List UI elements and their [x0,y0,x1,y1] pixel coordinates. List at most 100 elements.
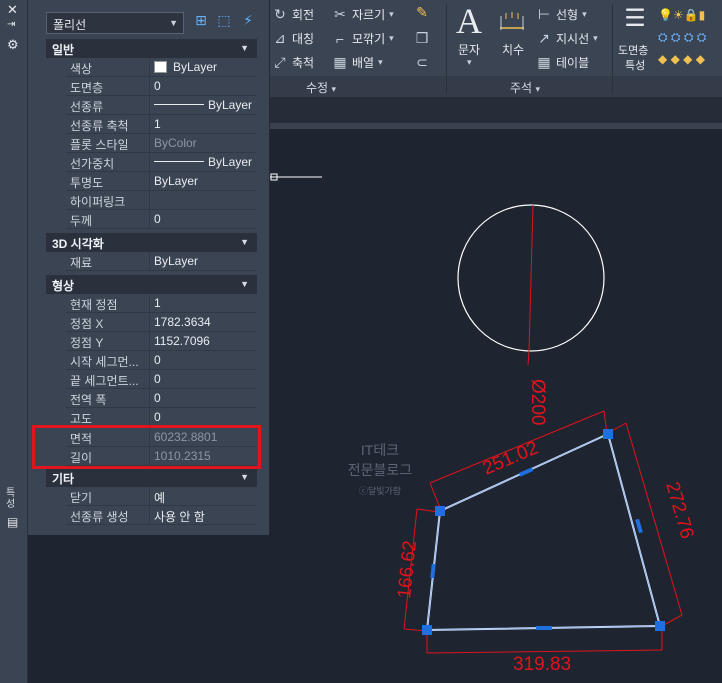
select-objects-icon[interactable]: ⬚ [214,12,234,32]
drawing-svg[interactable]: Ø200 251.02 272.76 166.62 319.83 [270,129,722,683]
property-row[interactable]: 닫기 예 [66,487,257,506]
text-icon[interactable]: A [456,0,482,42]
property-row[interactable]: 현재 정점 1 [66,294,257,313]
property-value[interactable]: ByLayer [151,96,257,114]
drawing-canvas[interactable]: Ø200 251.02 272.76 166.62 319.83 IT테크 전문… [270,129,722,683]
property-value[interactable]: ByLayer [151,172,257,190]
property-value[interactable]: 0 [151,389,257,407]
property-row[interactable]: 재료 ByLayer [66,252,257,271]
properties-icon[interactable]: ▤ [7,515,18,529]
property-row[interactable]: 플롯 스타일 ByColor [66,134,257,153]
explode-button[interactable]: ❒ [414,30,430,47]
mirror-button[interactable]: ⊿ 대칭 [272,30,314,47]
property-row[interactable]: 선종류 축척 1 [66,115,257,134]
diameter-dimension-line[interactable] [528,204,534,352]
scale-label: 축척 [292,56,315,70]
auto-hide-icon[interactable]: ⇥ [7,19,15,30]
property-value[interactable]: 0 [151,77,257,95]
property-value: ByColor [154,136,197,150]
leader-label: 지시선 [556,32,590,46]
property-row[interactable]: 정점 Y 1152.7096 [66,332,257,351]
property-value[interactable]: 사용 안 함 [151,506,257,524]
midpoint-grip[interactable] [518,467,534,477]
fillet-button[interactable]: ⌐ 모깎기 ▾ [332,30,394,47]
property-row[interactable]: 하이퍼링크 [66,191,257,210]
midpoint-grip[interactable] [635,518,643,534]
rotate-button[interactable]: ↻ 회전 [272,6,314,23]
property-row[interactable]: 선종류 ByLayer [66,96,257,115]
erase-button[interactable]: ✎ [414,4,430,21]
chevron-down-icon[interactable]: ▾ [467,57,472,68]
property-row[interactable]: 시작 세그먼... 0 [66,351,257,370]
layer-properties-button-line2[interactable]: 특성 [625,57,645,73]
property-row[interactable]: 색상 ByLayer [66,58,257,77]
property-row[interactable]: 두께 0 [66,210,257,229]
trim-label: 자르기 [352,8,386,22]
property-row[interactable]: 정점 X 1782.3634 [66,313,257,332]
property-value[interactable]: 0 [151,408,257,426]
layer-state-icon[interactable]: ⛭ ⛭ ⛭ ⛭ [658,26,722,48]
vertex-grip[interactable] [435,506,445,516]
property-value[interactable]: ByLayer [151,252,257,270]
linear-dim-button[interactable]: ⊢ 선형 ▾ [536,6,587,23]
property-value[interactable] [151,191,257,209]
modify-panel-title[interactable]: 수정 ▾ [306,79,336,96]
property-value[interactable]: 1152.7096 [151,332,257,350]
text-label: 문자 [458,43,481,57]
property-value[interactable]: ByLayer [151,153,257,171]
scale-button[interactable]: ⤢ 축척 [272,54,314,71]
property-row[interactable]: 투명도 ByLayer [66,172,257,191]
area-length-highlight-box [32,425,261,469]
toggle-pickadd-icon[interactable]: ⊞ [191,12,211,32]
midpoint-grip[interactable] [536,626,552,630]
vertex-grip[interactable] [422,625,432,635]
lightbulb-icon[interactable]: 💡☀🔒▮ [658,4,722,26]
object-type-dropdown[interactable]: 폴리선 ▼ [46,12,184,34]
dimension-icon[interactable] [498,10,526,32]
midpoint-grip[interactable] [430,563,436,579]
vertex-grip[interactable] [655,621,665,631]
property-row[interactable]: 전역 폭0 [66,389,257,408]
offset-button[interactable]: ⊂ [414,54,430,71]
linear-dimension-icon: ⊢ [537,6,551,22]
annotation-title-text: 주석 [510,81,533,95]
property-value[interactable]: 0 [151,370,257,388]
property-label: 도면층 [66,77,150,95]
property-value[interactable]: 0 [151,210,257,228]
quick-select-icon[interactable]: ⚡ [238,12,258,32]
property-value[interactable]: 1 [151,294,257,312]
table-button[interactable]: ▦ 테이블 [536,54,589,71]
layer-properties-button[interactable]: 도면층 [618,42,648,58]
property-row[interactable]: 끝 세그먼트... 0 [66,370,257,389]
annotation-panel-title[interactable]: 주석 ▾ [510,79,540,96]
layer-match-icon[interactable]: ◆ ◆ ◆ ◆ [658,48,722,70]
property-row[interactable]: 선종류 생성 사용 안 함 [66,506,257,525]
chevron-down-icon: ▼ [240,237,249,247]
trim-icon: ✂ [334,6,346,22]
layer-tools-group[interactable]: 💡☀🔒▮ ⛭ ⛭ ⛭ ⛭ ◆ ◆ ◆ ◆ [658,4,722,74]
section-geometry[interactable]: 형상 ▼ [46,275,257,294]
leader-button[interactable]: ↗ 지시선 ▾ [536,30,598,47]
drawing-tabs-strip [270,97,722,123]
text-button[interactable]: 문자 [458,41,480,58]
property-value[interactable]: 0 [151,351,257,369]
property-value[interactable]: ByLayer [151,58,257,76]
section-general[interactable]: 일반 ▼ [46,39,257,58]
diameter-leader [527,350,530,366]
section-3d-visualization[interactable]: 3D 시각화 ▼ [46,233,257,252]
property-value[interactable]: 예 [151,487,257,505]
dimension-button[interactable]: 치수 [502,41,524,58]
property-row[interactable]: 선가중치 ByLayer [66,153,257,172]
property-value[interactable]: 1 [151,115,257,133]
chevron-down-icon: ▼ [240,43,249,53]
gear-icon[interactable]: ⚙ [7,37,19,53]
property-value[interactable]: 1782.3634 [151,313,257,331]
lineweight-value: ByLayer [208,155,253,169]
section-misc[interactable]: 기타 ▼ [46,468,257,487]
property-row[interactable]: 도면층 0 [66,77,257,96]
array-button[interactable]: ▦ 배열 ▾ [332,54,382,71]
trim-button[interactable]: ✂ 자르기 ▾ [332,6,394,23]
layer-properties-icon[interactable]: ☰ [620,4,650,34]
close-icon[interactable]: ✕ [7,2,18,18]
vertex-grip[interactable] [603,429,613,439]
